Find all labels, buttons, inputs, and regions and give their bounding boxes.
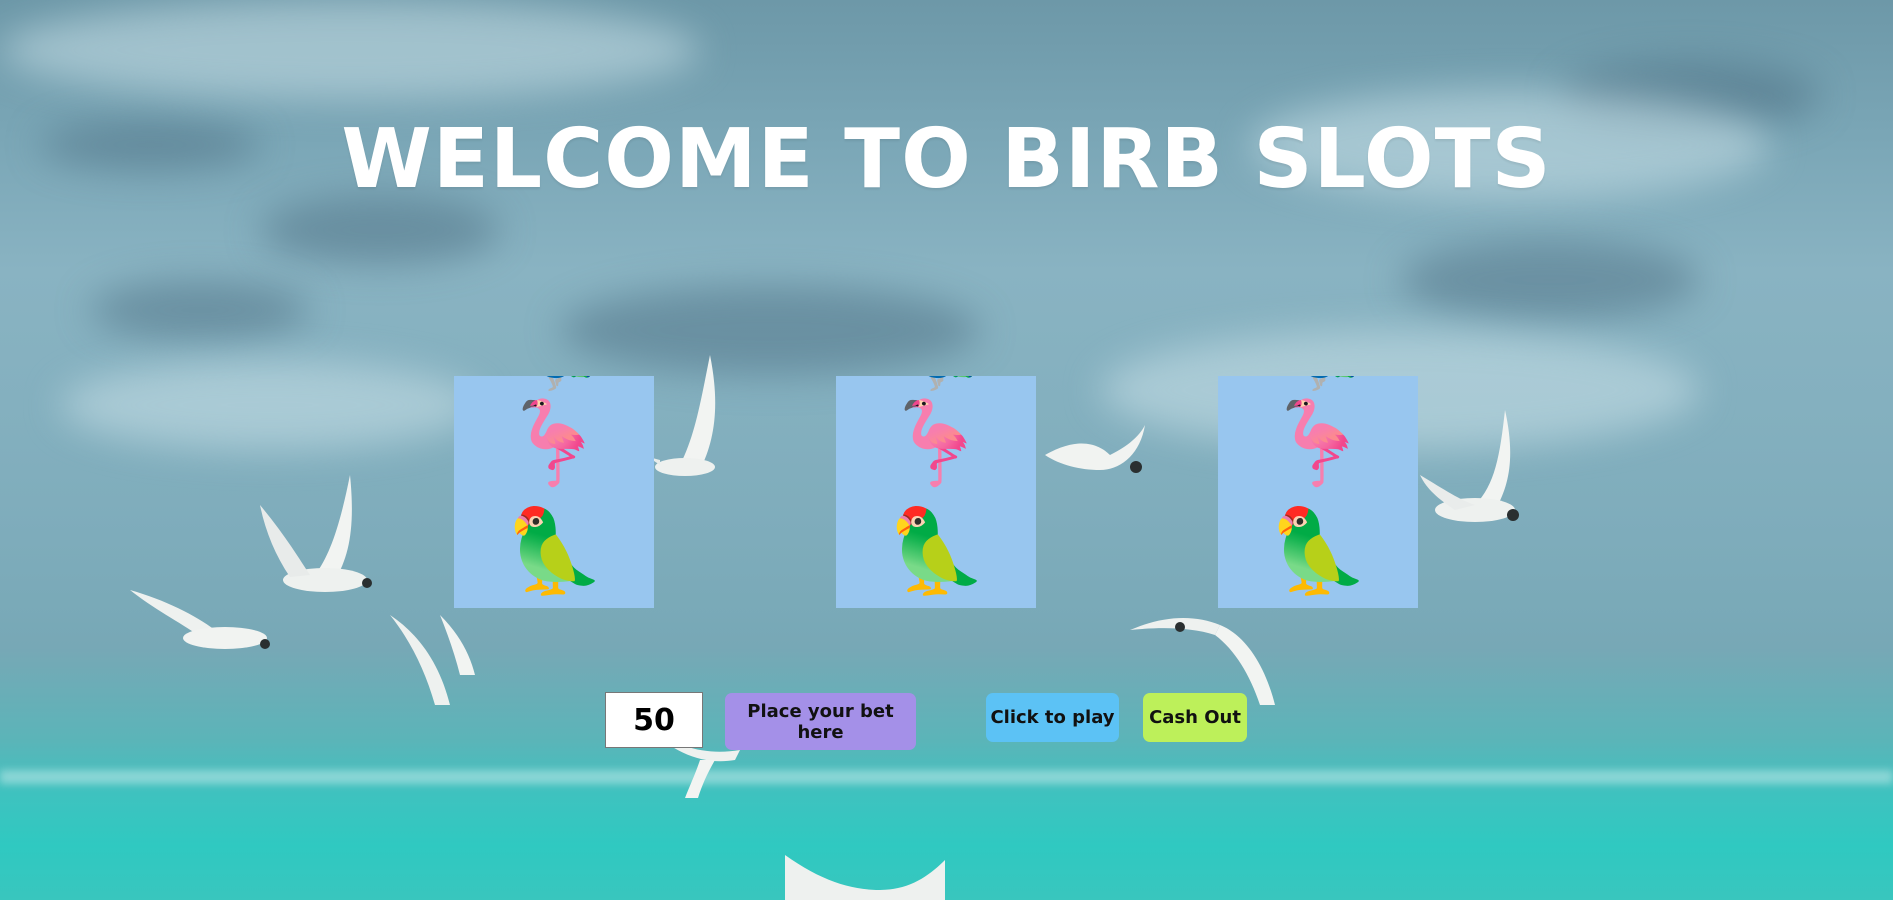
seabird-icon — [130, 590, 270, 649]
page-title: WELCOME TO BIRB SLOTS — [341, 112, 1552, 207]
flamingo-icon: 🦩 — [884, 396, 988, 491]
cloud — [1400, 240, 1700, 320]
sea-horizon — [0, 770, 1893, 784]
parrot-icon: 🦜 — [502, 504, 606, 599]
bet-amount-input[interactable] — [605, 692, 703, 748]
slot-reel-3: 🦚 🦩 🦜 — [1218, 376, 1418, 608]
cloud — [60, 360, 480, 450]
seabird-icon — [785, 855, 945, 900]
cloud — [90, 280, 310, 340]
seabird-icon — [1420, 410, 1519, 522]
cloud — [560, 285, 980, 375]
parrot-icon: 🦜 — [1266, 504, 1370, 599]
cloud — [0, 0, 700, 100]
cash-out-button[interactable]: Cash Out — [1143, 693, 1247, 742]
parrot-icon: 🦜 — [884, 504, 988, 599]
flamingo-icon: 🦩 — [1266, 396, 1370, 491]
place-bet-button[interactable]: Place your bet here — [725, 693, 916, 750]
seabird-icon — [640, 355, 716, 476]
slot-reel-1: 🦚 🦩 🦜 — [454, 376, 654, 608]
seabird-icon — [260, 475, 372, 592]
seabird-icon — [1045, 425, 1145, 473]
flamingo-icon: 🦩 — [502, 396, 606, 491]
seabird-icon — [390, 615, 475, 705]
slot-reel-2: 🦚 🦩 🦜 — [836, 376, 1036, 608]
play-button[interactable]: Click to play — [986, 693, 1119, 742]
